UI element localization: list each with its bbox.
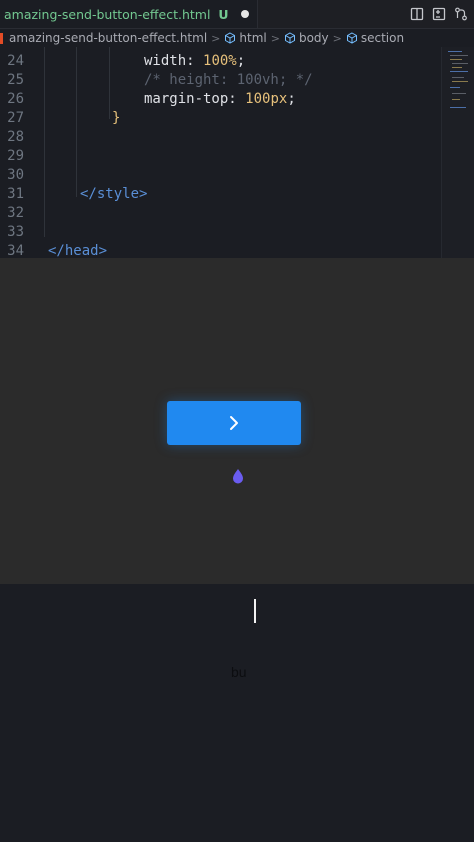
- breadcrumb-body-label: body: [298, 31, 329, 45]
- breadcrumb-section-label: section: [360, 31, 405, 45]
- editor-actions: [410, 0, 468, 28]
- breadcrumb-html-label: html: [239, 31, 267, 45]
- breadcrumb-file-label: amazing-send-button-effect.html: [9, 31, 208, 45]
- editor-tab[interactable]: amazing-send-button-effect.html U: [0, 0, 258, 28]
- code-editor[interactable]: 24 width: 100%; 25 /* height: 100vh; */ 26 ma…: [0, 47, 474, 258]
- code-text: </style>: [80, 185, 147, 204]
- code-token: /* height: 100vh; */: [144, 72, 313, 88]
- chevron-right-icon: >: [332, 31, 342, 45]
- chevron-right-icon: [230, 416, 238, 430]
- code-line: 27}: [0, 109, 440, 128]
- text-overlay-area[interactable]: bu: [0, 584, 474, 842]
- breadcrumb-file[interactable]: amazing-send-button-effect.html: [9, 31, 207, 45]
- line-number: 29: [7, 148, 24, 164]
- code-line: 34 </head>: [0, 242, 440, 258]
- code-line: 24 width: 100%;: [0, 52, 440, 71]
- code-line: 28: [0, 128, 440, 147]
- code-token: ;: [287, 91, 296, 107]
- code-text: }: [112, 109, 120, 128]
- source-control-icon[interactable]: [454, 7, 468, 21]
- code-line: 31 </style>: [0, 185, 440, 204]
- tab-filename: amazing-send-button-effect.html: [4, 6, 211, 22]
- code-token: width: [144, 53, 187, 69]
- breadcrumb-section[interactable]: section: [346, 31, 404, 45]
- line-number: 33: [7, 224, 24, 240]
- send-button[interactable]: [167, 401, 301, 445]
- drop-icon: [233, 469, 243, 484]
- code-token: </head>: [48, 243, 108, 258]
- line-number: 28: [7, 129, 24, 145]
- live-preview: [0, 258, 474, 584]
- code-line: 30: [0, 166, 440, 185]
- minimap[interactable]: [441, 47, 474, 258]
- line-number: 30: [7, 167, 24, 183]
- code-line: 25 /* height: 100vh; */: [0, 71, 440, 90]
- editor-tab-bar: amazing-send-button-effect.html U: [0, 0, 474, 29]
- screen: amazing-send-button-effect.html U amazin…: [0, 0, 474, 842]
- breadcrumb-html[interactable]: html: [224, 31, 267, 45]
- line-number: 24: [7, 53, 24, 69]
- line-number: 27: [7, 110, 24, 126]
- html-file-icon: [0, 32, 3, 44]
- breadcrumb-body[interactable]: body: [284, 31, 329, 45]
- code-line: 32: [0, 204, 440, 223]
- code-token: 100px: [245, 91, 288, 107]
- code-text: width: 100%;: [144, 52, 245, 71]
- typed-text: bu: [231, 664, 247, 680]
- cube-icon: [284, 32, 295, 44]
- code-token: :: [186, 53, 204, 69]
- code-token: 100%: [203, 53, 237, 69]
- code-text: /* height: 100vh; */: [144, 71, 313, 90]
- chevron-right-icon: >: [211, 31, 221, 45]
- open-changes-icon[interactable]: [432, 7, 446, 21]
- breadcrumb: amazing-send-button-effect.html > html >…: [0, 29, 474, 47]
- code-text: </head>: [48, 242, 107, 258]
- line-number: 26: [7, 91, 24, 107]
- line-number: 31: [7, 186, 24, 202]
- code-token: margin-top: [144, 91, 229, 107]
- code-line: 29: [0, 147, 440, 166]
- cube-icon: [225, 32, 236, 44]
- code-text: margin-top: 100px;: [144, 90, 296, 109]
- code-token: ;: [236, 53, 246, 69]
- unsaved-dot-icon[interactable]: [240, 10, 249, 18]
- code-token: </style>: [80, 186, 148, 202]
- code-token: :: [228, 91, 246, 107]
- line-number: 32: [7, 205, 24, 221]
- code-token: }: [112, 110, 121, 126]
- line-number: 34: [7, 243, 24, 258]
- chevron-right-icon: >: [270, 31, 280, 45]
- text-cursor: [254, 599, 256, 623]
- code-line: 33: [0, 223, 440, 242]
- cube-icon: [346, 32, 357, 44]
- tab-git-status: U: [218, 6, 229, 22]
- split-editor-icon[interactable]: [410, 7, 424, 21]
- line-number: 25: [7, 72, 24, 88]
- code-line: 26 margin-top: 100px;: [0, 90, 440, 109]
